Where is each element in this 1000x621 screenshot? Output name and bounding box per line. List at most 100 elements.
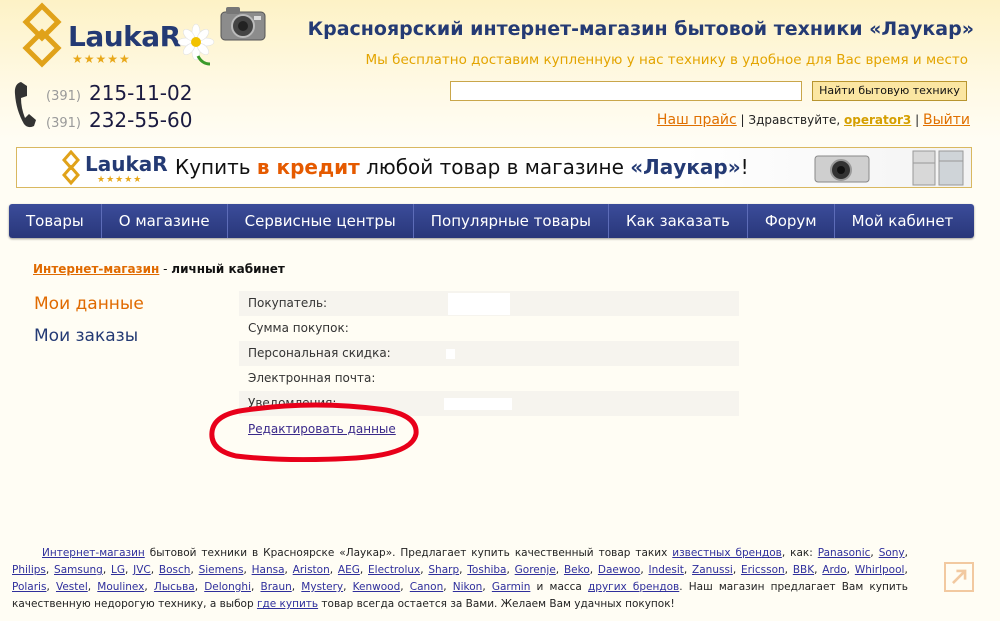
user-bar: Наш прайс | Здравствуйте, operator3 | Вы… <box>657 112 970 128</box>
greeting-text: Здравствуйте, <box>748 113 841 127</box>
footer-text-part: , как: <box>781 547 818 559</box>
footer-brand-link[interactable]: Delonghi <box>204 581 251 593</box>
footer-brand-link[interactable]: Vestel <box>56 581 88 593</box>
footer-brand-link[interactable]: Sony <box>879 547 905 559</box>
logo-text: LaukaR <box>68 20 181 53</box>
banner-stars: ★★★★★ <box>97 175 143 185</box>
price-list-link[interactable]: Наш прайс <box>657 112 737 128</box>
nav-item-how-to-order[interactable]: Как заказать <box>609 204 748 238</box>
footer-link-online-store[interactable]: Интернет-магазин <box>42 547 145 559</box>
footer-brand-link[interactable]: Hansa <box>252 564 285 576</box>
footer-brand-link[interactable]: Braun <box>261 581 292 593</box>
main-nav: Товары О магазине Сервисные центры Попул… <box>9 204 974 238</box>
breadcrumb: Интернет-магазин - личный кабинет <box>33 262 285 276</box>
footer-brand-link[interactable]: BBK <box>793 564 814 576</box>
nav-item-forum[interactable]: Форум <box>748 204 835 238</box>
logo-mark-icon <box>22 2 62 68</box>
footer-brand-link[interactable]: Bosch <box>159 564 191 576</box>
footer-brand-link[interactable]: Panasonic <box>818 547 871 559</box>
footer-brand-link[interactable]: Mystery <box>301 581 343 593</box>
logo-stars: ★★★★★ <box>72 52 131 66</box>
footer-brand-link[interactable]: Ardo <box>822 564 846 576</box>
footer-brand-link[interactable]: LG <box>111 564 125 576</box>
footer-brand-link[interactable]: Beko <box>564 564 590 576</box>
banner-logo-text: LaukaR <box>85 152 168 176</box>
footer-link-other-brands[interactable]: других брендов <box>588 581 679 593</box>
breadcrumb-home-link[interactable]: Интернет-магазин <box>33 262 159 276</box>
redacted-value <box>446 349 455 359</box>
phone-code: (391) <box>46 116 81 131</box>
profile-row-email: Электронная почта: <box>239 366 739 391</box>
phone-number-2: (391) 232-55-60 <box>46 108 192 132</box>
camera-icon <box>220 7 266 41</box>
redacted-value <box>448 293 510 315</box>
breadcrumb-separator: - <box>159 262 172 276</box>
footer-brand-link[interactable]: Zanussi <box>692 564 733 576</box>
footer-text-part: бытовой техники в Красноярске «Лаукар». … <box>144 547 673 559</box>
footer-brand-link[interactable]: Siemens <box>199 564 244 576</box>
phone-icon <box>14 82 36 128</box>
footer-brand-link[interactable]: Whirlpool <box>855 564 905 576</box>
field-label: Сумма покупок: <box>248 321 349 335</box>
separator: | <box>915 113 920 127</box>
footer-brand-link[interactable]: AEG <box>338 564 360 576</box>
daisy-icon <box>177 23 215 66</box>
fridge-icon <box>912 150 964 186</box>
footer-brand-link[interactable]: Samsung <box>54 564 103 576</box>
footer-link-known-brands[interactable]: известных брендов <box>672 547 782 559</box>
nav-item-about[interactable]: О магазине <box>102 204 228 238</box>
field-label: Персональная скидка: <box>248 346 391 360</box>
footer-brand-link[interactable]: Polaris <box>12 581 46 593</box>
username-link[interactable]: operator3 <box>844 113 911 127</box>
credit-banner[interactable]: LaukaR ★★★★★ Купить в кредит любой товар… <box>16 147 972 188</box>
footer-text-part: товар всегда остается за Вами. Желаем Ва… <box>318 598 675 610</box>
phone-digits: 215-11-02 <box>88 81 193 105</box>
footer-brand-link[interactable]: Ariston <box>293 564 330 576</box>
phone-number-1: (391) 215-11-02 <box>46 81 192 105</box>
phone-code: (391) <box>46 89 81 104</box>
site-title: Красноярский интернет-магазин бытовой те… <box>307 18 974 40</box>
footer-brand-link[interactable]: Philips <box>12 564 46 576</box>
redacted-value <box>444 398 512 410</box>
footer-brand-link[interactable]: Daewoo <box>598 564 640 576</box>
footer-brand-link[interactable]: Sharp <box>428 564 459 576</box>
footer-brand-link[interactable]: Moulinex <box>97 581 144 593</box>
profile-row-discount: Персональная скидка: <box>239 341 739 366</box>
footer-brand-link[interactable]: Electrolux <box>368 564 420 576</box>
footer-brand-link[interactable]: Toshiba <box>467 564 506 576</box>
breadcrumb-current: личный кабинет <box>171 262 285 276</box>
footer-text-part: и масса <box>530 581 589 593</box>
red-annotation-circle <box>209 402 419 462</box>
nav-item-products[interactable]: Товары <box>9 204 102 238</box>
side-link-my-data[interactable]: Мои данные <box>34 294 144 314</box>
field-label: Покупатель: <box>248 296 328 310</box>
banner-logo-mark-icon <box>62 150 80 186</box>
nav-item-popular[interactable]: Популярные товары <box>414 204 609 238</box>
separator: | <box>740 113 745 127</box>
logout-link[interactable]: Выйти <box>923 112 970 128</box>
site-subtitle: Мы бесплатно доставим купленную у нас те… <box>365 52 968 68</box>
search-button[interactable]: Найти бытовую технику <box>812 81 967 101</box>
footer-brand-link[interactable]: Nikon <box>453 581 483 593</box>
banner-text-brand: «Лаукар» <box>630 155 741 179</box>
footer-brand-link[interactable]: JVC <box>133 564 151 576</box>
footer-link-where-to-buy[interactable]: где купить <box>257 598 318 610</box>
external-arrow-icon[interactable] <box>944 562 974 592</box>
field-label: Электронная почта: <box>248 371 376 385</box>
footer-brand-link[interactable]: Kenwood <box>353 581 401 593</box>
search-input[interactable] <box>450 81 802 101</box>
banner-text-part: ! <box>740 155 749 179</box>
banner-text-part: Купить <box>175 155 257 179</box>
footer-brand-link[interactable]: Лысьва <box>154 581 195 593</box>
footer-brand-link[interactable]: Garmin <box>492 581 531 593</box>
side-link-my-orders[interactable]: Мои заказы <box>34 326 138 346</box>
banner-text: Купить в кредит любой товар в магазине «… <box>175 155 749 179</box>
footer-brand-link[interactable]: Ericsson <box>741 564 785 576</box>
camera-icon <box>814 155 870 183</box>
footer-brand-link[interactable]: Indesit <box>648 564 683 576</box>
nav-item-service-centers[interactable]: Сервисные центры <box>228 204 414 238</box>
nav-item-my-account[interactable]: Мой кабинет <box>835 204 971 238</box>
footer-brand-link[interactable]: Canon <box>410 581 444 593</box>
footer-brand-link[interactable]: Gorenje <box>515 564 556 576</box>
banner-text-accent: в кредит <box>256 155 360 179</box>
